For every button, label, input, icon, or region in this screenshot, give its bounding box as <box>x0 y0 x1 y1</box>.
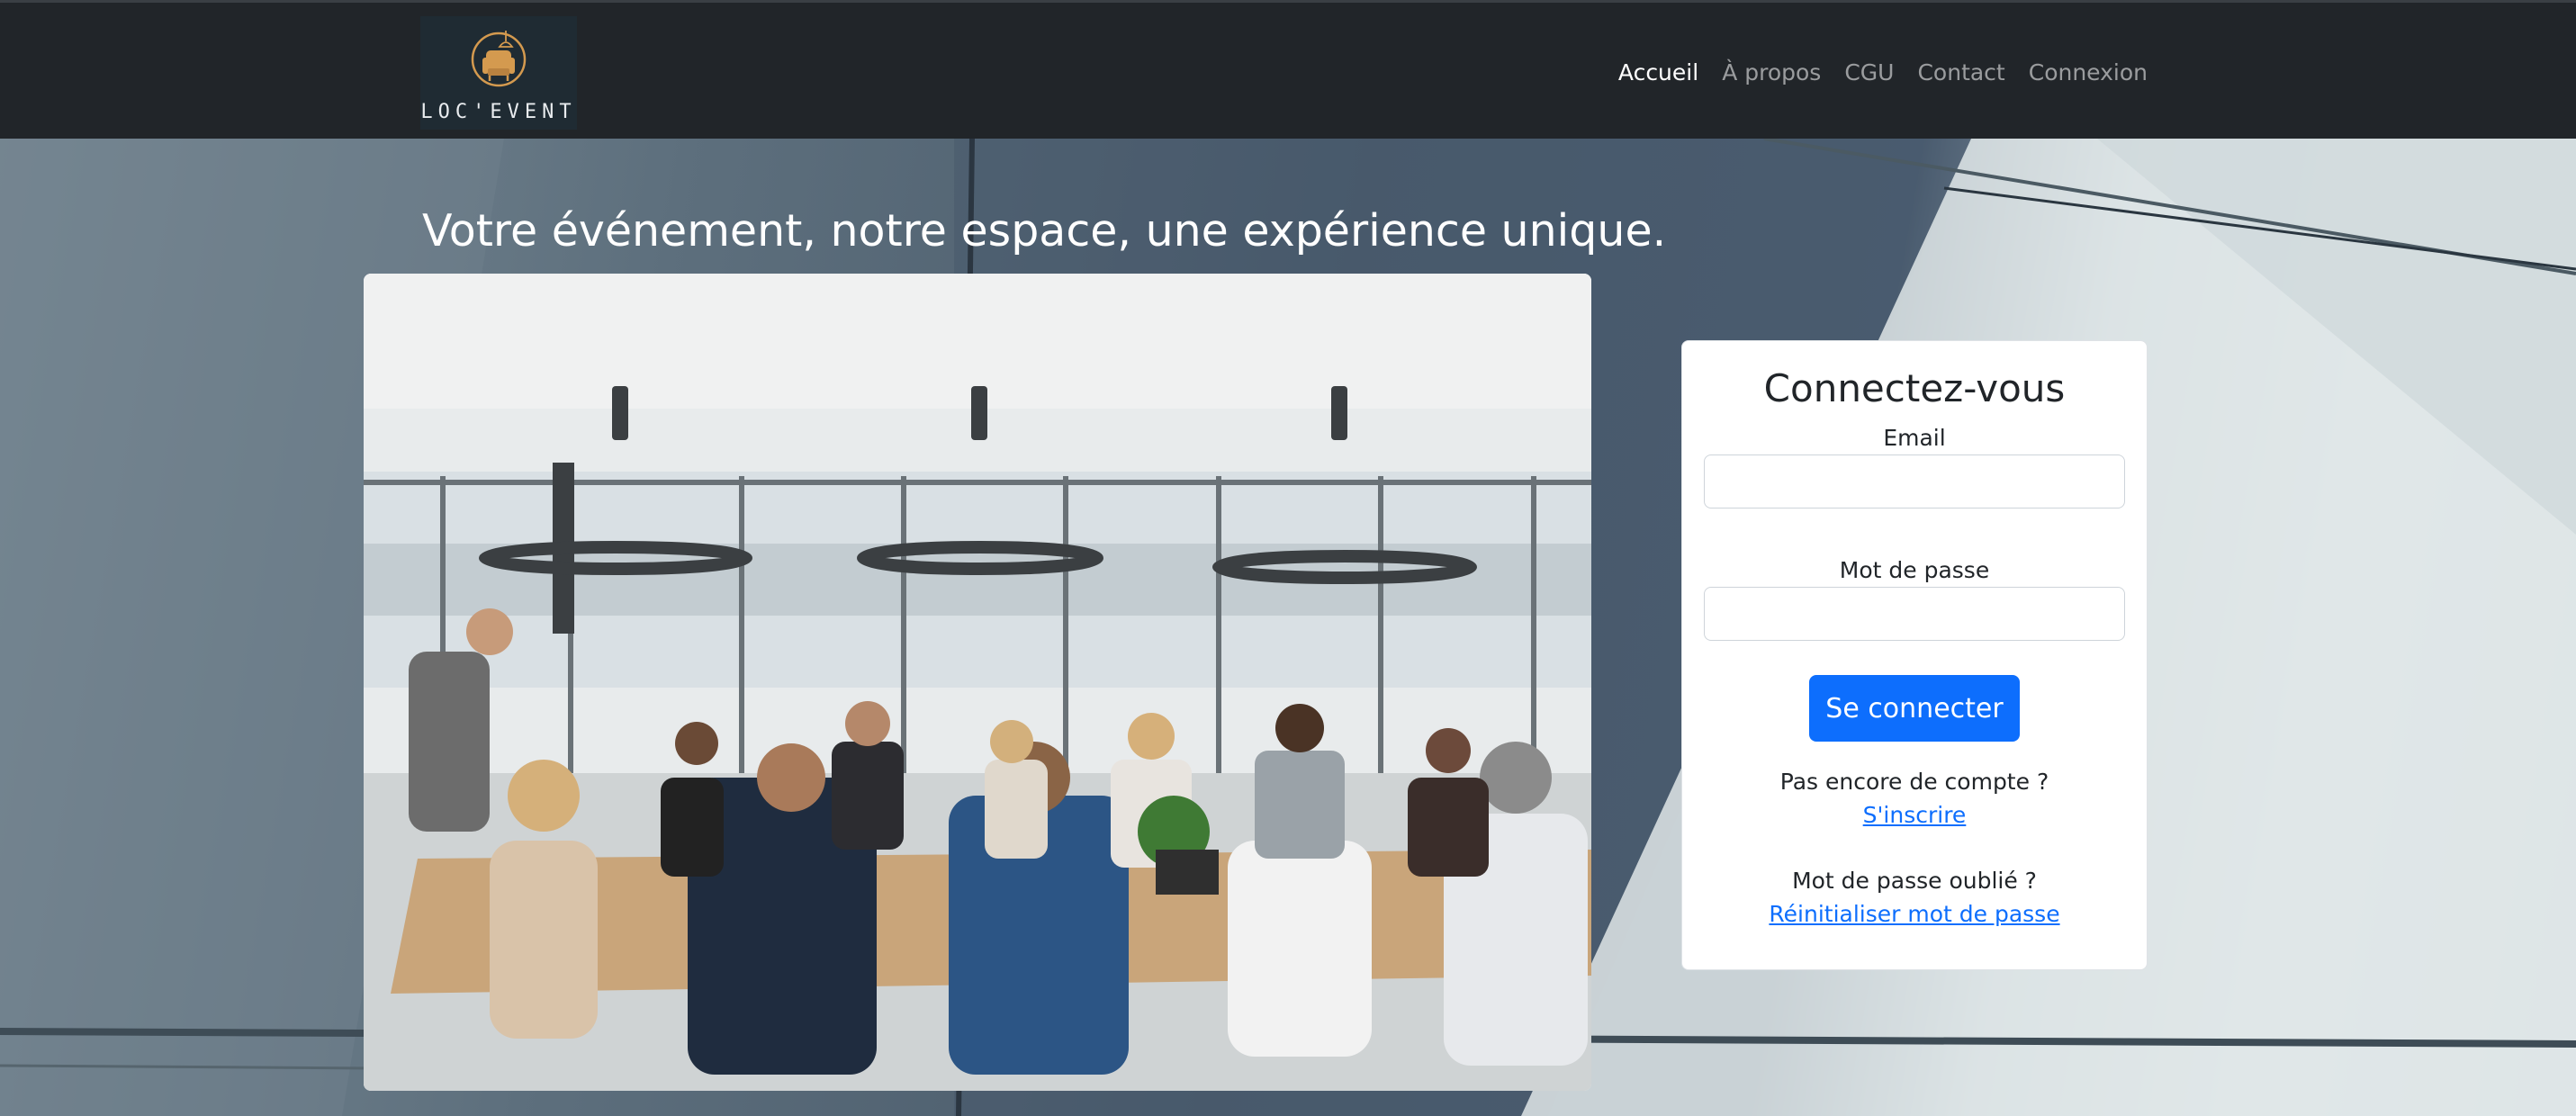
navbar: LOC'EVENT Accueil À propos CGU Contact C… <box>0 0 2576 139</box>
brand-logo[interactable]: LOC'EVENT <box>420 16 577 130</box>
reset-password-link[interactable]: Réinitialiser mot de passe <box>1682 901 2147 927</box>
login-button[interactable]: Se connecter <box>1809 675 2020 742</box>
login-title: Connectez-vous <box>1763 366 2066 410</box>
nav-item-contact[interactable]: Contact <box>1917 59 2004 86</box>
signup-link[interactable]: S'inscrire <box>1682 802 2147 828</box>
email-field[interactable] <box>1704 454 2125 508</box>
login-card: Connectez-vous Email Mot de passe Se con… <box>1681 340 2148 970</box>
nav-item-cgu[interactable]: CGU <box>1844 59 1894 86</box>
email-label: Email <box>1883 425 1946 451</box>
meeting-illustration <box>364 274 1591 1091</box>
brand-text: LOC'EVENT <box>420 100 577 123</box>
nav-links: Accueil À propos CGU Contact Connexion <box>1618 3 2148 141</box>
password-field[interactable] <box>1704 587 2125 641</box>
hero-headline: Votre événement, notre espace, une expér… <box>422 205 1667 256</box>
meeting-photo <box>364 274 1591 1091</box>
nav-item-connexion[interactable]: Connexion <box>2029 59 2148 86</box>
nav-item-a-propos[interactable]: À propos <box>1722 59 1821 86</box>
nav-item-accueil[interactable]: Accueil <box>1618 59 1698 86</box>
armchair-lamp-icon <box>471 30 527 86</box>
no-account-text: Pas encore de compte ? <box>1779 769 2049 795</box>
forgot-password-text: Mot de passe oublié ? <box>1792 868 2037 894</box>
password-label: Mot de passe <box>1839 557 1990 583</box>
